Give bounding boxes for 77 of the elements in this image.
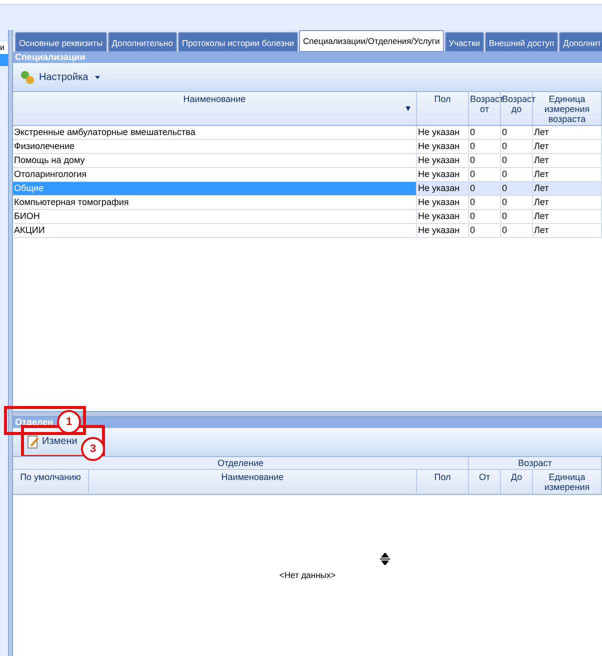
table-cell: 0 <box>469 196 501 209</box>
tab[interactable]: Специализации/Отделения/Услуги <box>299 30 444 52</box>
edit-button[interactable]: Измени <box>27 434 78 449</box>
table-cell: 0 <box>501 224 533 237</box>
tab[interactable]: Основные реквизиты <box>15 32 107 52</box>
table-cell: Не указан <box>417 168 469 181</box>
table-cell: 0 <box>501 182 533 195</box>
table-cell: Лет <box>533 154 602 167</box>
table-cell: Физиолечение <box>13 140 417 153</box>
table-row[interactable]: Компьютерная томография Не указан 0 0 Лет <box>13 196 602 210</box>
table-cell: 0 <box>469 154 501 167</box>
table-cell: 0 <box>469 224 501 237</box>
table-cell: 0 <box>469 210 501 223</box>
vertical-splitter[interactable] <box>8 30 13 656</box>
table-cell: АКЦИИ <box>13 224 417 237</box>
table-cell: Лет <box>533 196 602 209</box>
sidebar-item[interactable]: и <box>0 42 8 54</box>
sort-icon: ▼ <box>404 104 412 114</box>
table-cell: Помощь на дому <box>13 154 417 167</box>
table-cell: 0 <box>501 154 533 167</box>
resize-cursor-icon <box>380 553 390 565</box>
settings-dropdown-button[interactable]: Настройка <box>19 69 100 85</box>
table-cell: Не указан <box>417 210 469 223</box>
column-header[interactable]: Пол <box>417 470 469 494</box>
table-cell: 0 <box>501 168 533 181</box>
table-row[interactable]: БИОН Не указан 0 0 Лет <box>13 210 602 224</box>
table-row[interactable]: Физиолечение Не указан 0 0 Лет <box>13 140 602 154</box>
table-cell: Не указан <box>417 154 469 167</box>
column-header[interactable]: Пол <box>417 92 469 125</box>
tab[interactable]: Участки <box>444 32 484 52</box>
tab[interactable]: Дополнительно <box>108 32 177 52</box>
table-cell: Не указан <box>417 224 469 237</box>
table-cell: 0 <box>469 182 501 195</box>
table-cell: 0 <box>501 126 533 139</box>
table-row[interactable]: АКЦИИ Не указан 0 0 Лет <box>13 224 602 238</box>
table-row[interactable]: Экстренные амбулаторные вмешательства Не указан 0 0 Лет <box>13 126 602 140</box>
table-cell: Не указан <box>417 182 469 195</box>
sidebar-item[interactable] <box>0 54 8 66</box>
column-header[interactable]: Единица измерения <box>533 470 602 494</box>
table-cell: Лет <box>533 140 602 153</box>
table-cell: Лет <box>533 182 602 195</box>
column-header[interactable]: Возраст до <box>501 92 533 125</box>
table-cell: 0 <box>501 140 533 153</box>
tab[interactable]: Протоколы истории болезни <box>178 32 298 52</box>
column-header[interactable]: Наименование ▼ <box>13 92 417 125</box>
table-row[interactable]: Общие Не указан 0 0 Лет <box>13 182 602 196</box>
column-header[interactable]: От <box>469 470 501 494</box>
tab[interactable]: Дополнит <box>559 32 602 52</box>
edit-document-icon <box>27 434 39 448</box>
column-group-header: Возраст <box>469 457 602 469</box>
column-header[interactable]: Возраст от <box>469 92 501 125</box>
table-cell: Не указан <box>417 196 469 209</box>
table-cell: 0 <box>501 210 533 223</box>
splitter[interactable] <box>13 411 602 417</box>
column-header[interactable]: По умолчанию <box>13 470 89 494</box>
table-cell: Лет <box>533 210 602 223</box>
table-cell: Отоларингология <box>13 168 417 181</box>
table-cell: Лет <box>533 126 602 139</box>
table-cell: 0 <box>469 140 501 153</box>
table-cell: 0 <box>501 196 533 209</box>
table-cell: БИОН <box>13 210 417 223</box>
section-header: Специализации <box>13 52 602 63</box>
table-cell: Не указан <box>417 140 469 153</box>
caret-down-icon <box>95 76 100 78</box>
table-cell: Не указан <box>417 126 469 139</box>
table-cell: Компьютерная томография <box>13 196 417 209</box>
table-row[interactable]: Помощь на дому Не указан 0 0 Лет <box>13 154 602 168</box>
table-cell: Лет <box>533 168 602 181</box>
tab[interactable]: Внешний доступ <box>484 32 558 52</box>
table-cell: Экстренные амбулаторные вмешательства <box>13 126 417 139</box>
column-header[interactable]: До <box>501 470 533 494</box>
column-header[interactable]: Наименование <box>89 470 417 494</box>
table-cell: 0 <box>469 126 501 139</box>
table-cell: Общие <box>13 182 417 195</box>
table-cell: Лет <box>533 224 602 237</box>
empty-message: <Нет данных> <box>279 569 336 582</box>
table-cell: 0 <box>469 168 501 181</box>
